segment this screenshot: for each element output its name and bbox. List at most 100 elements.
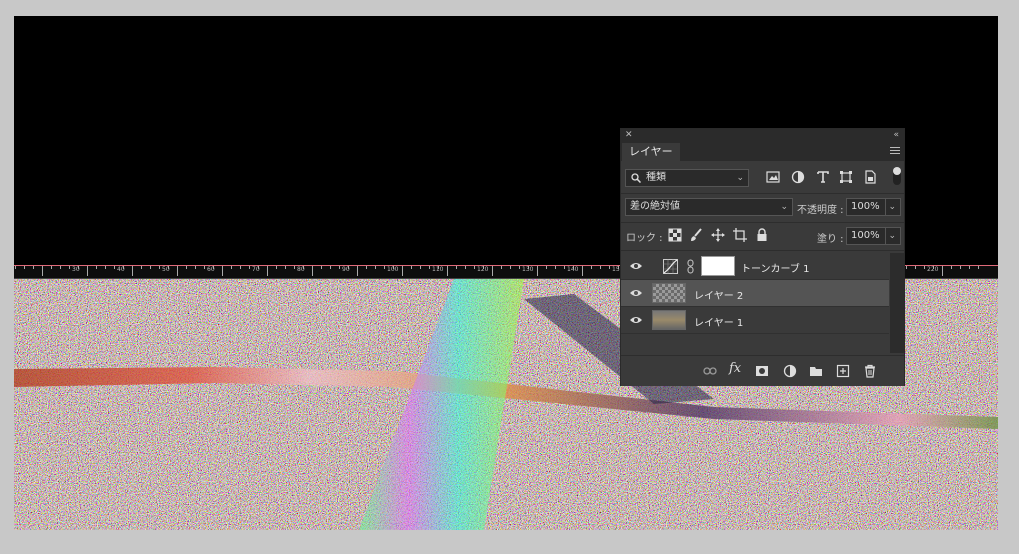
- layer-mask-thumbnail[interactable]: [701, 256, 735, 276]
- layer-thumbnail[interactable]: [652, 283, 686, 303]
- ruler-number: 60: [207, 266, 215, 273]
- ruler-number: 140: [567, 266, 579, 273]
- ruler-tick: [375, 266, 376, 269]
- ruler-tick: [150, 266, 151, 269]
- fill-field[interactable]: 100% ⌄: [846, 227, 901, 245]
- ruler-tick: [447, 266, 448, 276]
- eye-icon[interactable]: [629, 315, 643, 325]
- ruler-tick: [195, 266, 196, 269]
- ruler-tick: [465, 266, 466, 269]
- layer-list-scrollbar[interactable]: [890, 253, 904, 353]
- ruler-tick: [114, 266, 115, 269]
- layer-name[interactable]: レイヤー 2: [694, 287, 743, 302]
- layer-name[interactable]: レイヤー 1: [694, 314, 743, 329]
- chevron-down-icon[interactable]: ⌄: [885, 199, 896, 215]
- layer-thumbnail[interactable]: [652, 310, 686, 330]
- blend-mode-dropdown[interactable]: 差の絶対値 ⌄: [625, 198, 793, 216]
- panel-title-bar[interactable]: ✕ «: [621, 129, 904, 142]
- ruler-tick: [411, 266, 412, 269]
- trash-icon[interactable]: [863, 364, 877, 378]
- ruler-tick: [294, 266, 295, 269]
- layer-list[interactable]: トーンカーブ 1 レイヤー 2 レイヤー 1: [621, 253, 889, 337]
- lock-all-padlock-icon[interactable]: [755, 228, 769, 242]
- opacity-field[interactable]: 100% ⌄: [846, 198, 901, 216]
- layer-filter-dropdown[interactable]: 種類 ⌄: [625, 169, 749, 187]
- tab-layers[interactable]: レイヤー: [622, 143, 680, 161]
- ruler-tick: [492, 266, 493, 276]
- ruler-tick: [330, 266, 331, 269]
- adjustment-filter-icon[interactable]: [791, 170, 805, 184]
- curves-adjustment-icon[interactable]: [663, 259, 678, 274]
- ruler-tick: [924, 266, 925, 269]
- new-adjustment-layer-icon[interactable]: [783, 364, 797, 378]
- lock-label: ロック :: [626, 233, 663, 244]
- add-mask-icon[interactable]: [755, 364, 769, 378]
- ruler-tick: [906, 266, 907, 269]
- collapse-icon[interactable]: «: [893, 129, 899, 142]
- link-chain-icon[interactable]: [687, 259, 695, 274]
- lock-artboard-crop-icon[interactable]: [733, 228, 747, 242]
- ruler-tick: [33, 266, 34, 269]
- ruler-number: 70: [252, 266, 260, 273]
- ruler-tick: [357, 266, 358, 276]
- filter-value: 種類: [646, 172, 666, 183]
- opacity-label: 不透明度 :: [797, 205, 844, 216]
- link-layers-icon[interactable]: [703, 364, 717, 378]
- lock-position-move-icon[interactable]: [711, 228, 725, 242]
- folder-icon[interactable]: [809, 364, 823, 378]
- ruler-tick: [87, 266, 88, 276]
- new-layer-icon[interactable]: [836, 364, 850, 378]
- ruler-number: 220: [927, 266, 939, 273]
- close-icon[interactable]: ✕: [625, 129, 633, 142]
- ruler-number: 100: [387, 266, 399, 273]
- ruler-tick: [51, 266, 52, 269]
- ruler-tick: [222, 266, 223, 276]
- ruler-tick: [69, 266, 70, 269]
- ruler-tick: [609, 266, 610, 269]
- ruler-number: 80: [297, 266, 305, 273]
- ruler-number: 120: [477, 266, 489, 273]
- search-icon: [631, 173, 641, 183]
- eye-icon[interactable]: [629, 288, 643, 298]
- ruler-tick: [186, 266, 187, 269]
- fill-label: 塗り :: [817, 234, 844, 245]
- filter-toggle[interactable]: [893, 167, 901, 185]
- fill-value: 100%: [851, 230, 880, 241]
- ruler-number: 50: [162, 266, 170, 273]
- eye-icon[interactable]: [629, 261, 643, 271]
- panel-menu-icon[interactable]: [890, 147, 900, 155]
- ruler-tick: [42, 266, 43, 276]
- type-filter-icon[interactable]: [816, 170, 830, 184]
- chevron-down-icon[interactable]: ⌄: [885, 228, 896, 244]
- layer-name[interactable]: トーンカーブ 1: [741, 260, 809, 275]
- ruler-tick: [177, 266, 178, 276]
- ruler-tick: [960, 266, 961, 269]
- ruler-tick: [600, 266, 601, 269]
- ruler-tick: [15, 266, 16, 269]
- ruler-tick: [969, 266, 970, 269]
- layers-panel[interactable]: ✕ « レイヤー 種類 ⌄ 差の絶対値 ⌄ 不透明度 : 100% ⌄ ロック …: [620, 128, 905, 386]
- ruler-number: 90: [342, 266, 350, 273]
- pixel-layer-filter-icon[interactable]: [766, 170, 780, 184]
- ruler-tick: [249, 266, 250, 269]
- lock-image-pixels-brush-icon[interactable]: [689, 228, 703, 242]
- layer-row-layer-2[interactable]: レイヤー 2: [621, 280, 889, 307]
- ruler-tick: [159, 266, 160, 269]
- layer-row-layer-1[interactable]: レイヤー 1: [621, 307, 889, 334]
- ruler-tick: [537, 266, 538, 276]
- ruler-number: 130: [522, 266, 534, 273]
- ruler-tick: [456, 266, 457, 269]
- ruler-tick: [312, 266, 313, 276]
- panel-tab-bar: レイヤー: [621, 142, 904, 162]
- lock-transparent-pixels-icon[interactable]: [668, 228, 682, 242]
- ruler-tick: [132, 266, 133, 276]
- shape-filter-icon[interactable]: [839, 170, 853, 184]
- ruler-tick: [276, 266, 277, 269]
- ruler-tick: [915, 266, 916, 269]
- smart-object-filter-icon[interactable]: [863, 170, 877, 184]
- fx-icon[interactable]: fx: [729, 361, 747, 376]
- ruler-number: 110: [432, 266, 444, 273]
- layer-row-curves[interactable]: トーンカーブ 1: [621, 253, 889, 280]
- ruler-tick: [501, 266, 502, 269]
- ruler-tick: [420, 266, 421, 269]
